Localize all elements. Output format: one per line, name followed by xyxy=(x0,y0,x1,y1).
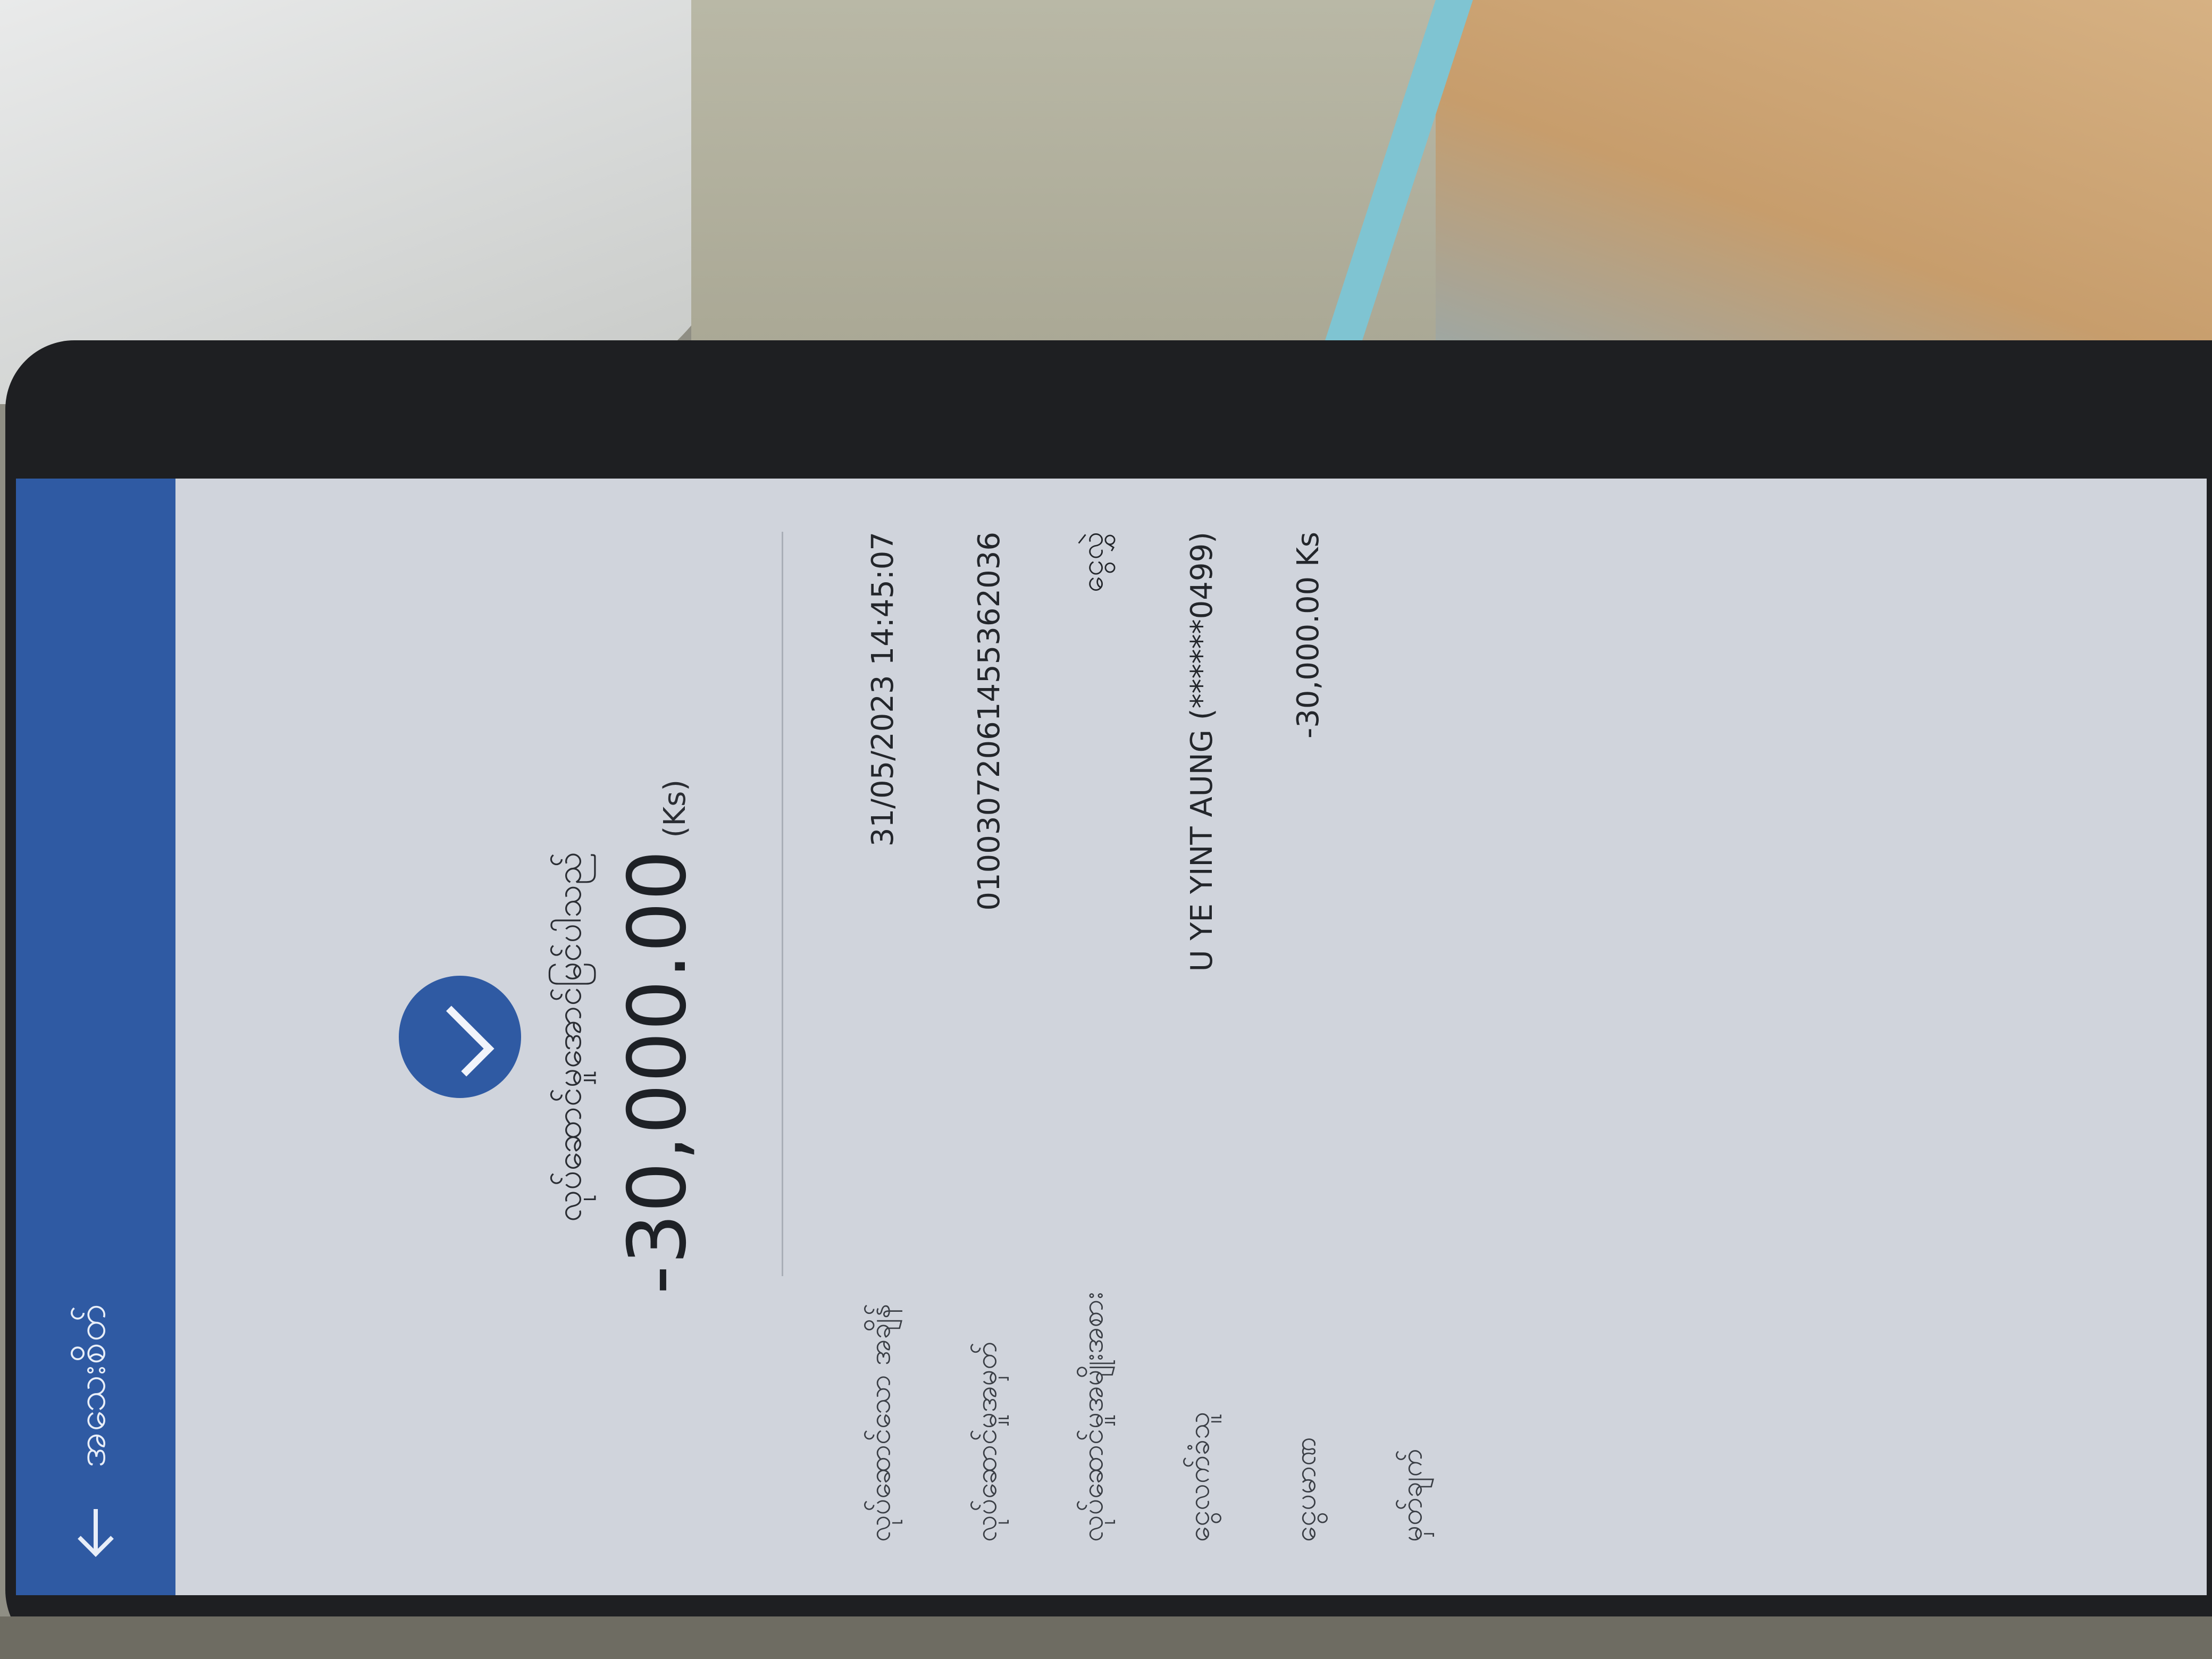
detail-label: ငွေလက်ခံသူ xyxy=(1182,1411,1216,1542)
divider xyxy=(782,532,783,1276)
detail-value: U YE YINT AUNG (******0499) xyxy=(1184,532,1219,972)
detail-row-transaction-id: လုပ်ဆောင်မှုအမှတ် 01003072061455362036 xyxy=(936,532,1042,1542)
arrow-left-icon[interactable] xyxy=(64,1499,128,1563)
detail-label: လုပ်ဆောင်မှုအမျိုးအစား xyxy=(1075,1292,1109,1542)
detail-row-time: လုပ်ဆောင်သော အချိန် 31/05/2023 14:45:07 xyxy=(830,532,936,1542)
detail-list: လုပ်ဆောင်သော အချိန် 31/05/2023 14:45:07 … xyxy=(830,532,1468,1542)
transaction-detail: လုပ်ဆောင်မှုအောင်မြင်ပါသည် -30,000.00 (K… xyxy=(175,479,2207,1595)
detail-label: လုပ်ဆောင်သော အချိန် xyxy=(862,1303,896,1542)
app-bar: အသေးစိတ် xyxy=(16,479,175,1595)
detail-label: လုပ်ဆောင်မှုအမှတ် xyxy=(969,1342,1003,1542)
background-basket xyxy=(1436,0,2212,340)
status-message: လုပ်ဆောင်မှုအောင်မြင်ပါသည် xyxy=(550,852,589,1222)
detail-row-type: လုပ်ဆောင်မှုအမျိုးအစား ငွေလွှဲ xyxy=(1042,532,1149,1542)
check-icon xyxy=(399,976,521,1098)
detail-row-recipient: ငွေလက်ခံသူ U YE YINT AUNG (******0499) xyxy=(1149,532,1255,1542)
amount-value: -30,000.00 xyxy=(611,849,704,1295)
detail-label: ငွေပမာဏ xyxy=(1288,1437,1322,1542)
detail-value: 01003072061455362036 xyxy=(971,532,1007,911)
currency-label: (Ks) xyxy=(658,779,692,838)
detail-label: မှတ်ချက် xyxy=(1394,1448,1428,1542)
detail-value: -30,000.00 Ks xyxy=(1291,532,1326,739)
app-viewport: အသေးစိတ် လုပ်ဆောင်မှုအောင်မြင်ပါသည် -30,… xyxy=(16,479,2207,1595)
background-bottom-edge xyxy=(0,1616,2212,1659)
page-title: အသေးစိတ် xyxy=(69,1303,114,1468)
detail-value: ငွေလွှဲ xyxy=(1075,532,1110,592)
detail-row-amount: ငွေပမာဏ -30,000.00 Ks xyxy=(1255,532,1361,1542)
phone-screen: အသေးစိတ် လုပ်ဆောင်မှုအောင်မြင်ပါသည် -30,… xyxy=(16,479,2207,1595)
amount-row: -30,000.00 (Ks) xyxy=(611,479,704,1595)
detail-row-note: မှတ်ချက် xyxy=(1361,532,1468,1542)
detail-value: 31/05/2023 14:45:07 xyxy=(865,532,900,847)
